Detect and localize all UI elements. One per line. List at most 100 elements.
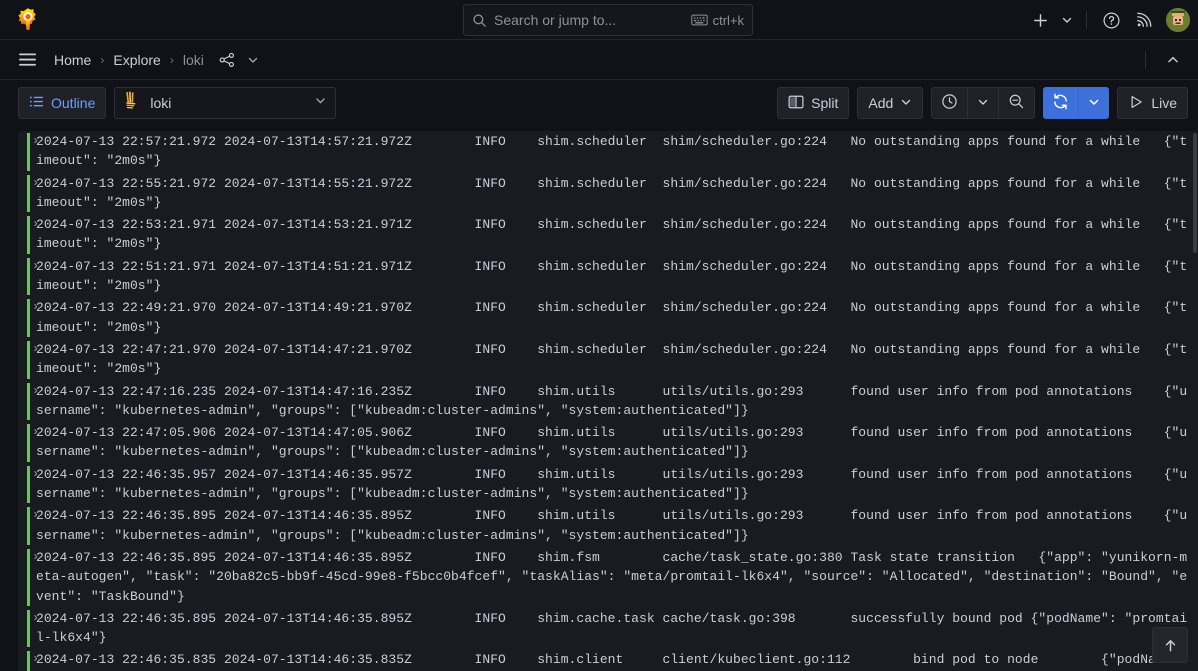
search-input[interactable]: Search or jump to... ctrl+k <box>463 4 753 36</box>
explore-toolbar: Outline loki <box>0 80 1198 126</box>
menu-toggle-button[interactable] <box>13 46 41 74</box>
log-row[interactable]: ›2024-07-13 22:53:21.971 2024-07-13T14:5… <box>18 214 1198 256</box>
log-level-indicator <box>27 549 30 606</box>
grafana-logo-icon <box>16 7 40 32</box>
help-circle-icon <box>1102 11 1121 30</box>
breadcrumb-item-loki[interactable]: loki <box>182 50 205 70</box>
log-row-text: 2024-07-13 22:46:35.957 2024-07-13T14:46… <box>36 465 1198 504</box>
breadcrumb-item-home[interactable]: Home <box>53 50 92 70</box>
play-icon <box>1128 94 1144 113</box>
refresh-icon <box>1052 93 1069 113</box>
add-dropdown-button[interactable] <box>1057 5 1077 35</box>
datasource-name: loki <box>150 95 314 111</box>
top-navigation-bar: Search or jump to... ctrl+k <box>0 0 1198 40</box>
time-picker-dropdown-button[interactable] <box>967 88 998 118</box>
logs-panel: ›2024-07-13 22:57:21.972 2024-07-13T14:5… <box>18 131 1198 671</box>
keyboard-icon <box>691 14 708 26</box>
explore-toolbar-actions: Split Add <box>777 87 1188 119</box>
scroll-to-top-button[interactable] <box>1152 627 1188 663</box>
topbar-actions <box>1025 0 1190 40</box>
log-level-indicator <box>27 216 30 254</box>
split-panes-icon <box>788 94 804 113</box>
share-button[interactable] <box>217 50 237 70</box>
log-row[interactable]: ›2024-07-13 22:46:35.895 2024-07-13T14:4… <box>18 547 1198 608</box>
time-picker-button[interactable] <box>932 88 967 118</box>
log-row[interactable]: ›2024-07-13 22:47:21.970 2024-07-13T14:4… <box>18 339 1198 381</box>
log-level-indicator <box>27 299 30 337</box>
clock-icon <box>941 93 958 113</box>
search-shortcut-label: ctrl+k <box>713 13 744 28</box>
refresh-button[interactable] <box>1043 88 1078 118</box>
log-row[interactable]: ›2024-07-13 22:47:05.906 2024-07-13T14:4… <box>18 422 1198 464</box>
log-level-indicator <box>27 133 30 171</box>
log-level-indicator <box>27 651 30 671</box>
log-row-text: 2024-07-13 22:49:21.970 2024-07-13T14:49… <box>36 298 1198 337</box>
zoom-out-button[interactable] <box>998 88 1034 118</box>
refresh-interval-dropdown-button[interactable] <box>1078 88 1109 118</box>
live-button-label: Live <box>1151 95 1177 111</box>
search-icon <box>472 13 487 28</box>
log-row-text: 2024-07-13 22:47:21.970 2024-07-13T14:47… <box>36 340 1198 379</box>
grafana-logo[interactable] <box>0 0 56 40</box>
search-placeholder: Search or jump to... <box>494 5 691 35</box>
outline-button-label: Outline <box>51 95 95 111</box>
log-level-indicator <box>27 383 30 421</box>
search-shortcut-hint: ctrl+k <box>691 13 744 28</box>
divider <box>1145 51 1146 69</box>
chevron-down-icon <box>977 95 989 111</box>
arrow-up-icon <box>1163 638 1178 653</box>
breadcrumb-dropdown-button[interactable] <box>243 50 263 70</box>
chevron-down-icon <box>900 95 912 111</box>
breadcrumb-right-actions <box>1138 40 1188 80</box>
user-avatar-icon <box>1166 8 1190 32</box>
add-panel-button[interactable]: Add <box>857 87 923 119</box>
log-row-text: 2024-07-13 22:46:35.895 2024-07-13T14:46… <box>36 506 1198 545</box>
chevron-down-icon <box>247 54 259 66</box>
time-range-controls <box>931 87 1035 119</box>
log-level-indicator <box>27 341 30 379</box>
breadcrumb-separator: › <box>170 53 174 67</box>
log-level-indicator <box>27 424 30 462</box>
add-button[interactable] <box>1025 5 1055 35</box>
log-level-indicator <box>27 507 30 545</box>
log-level-indicator <box>27 610 30 648</box>
chevron-down-icon <box>1088 95 1100 111</box>
log-row[interactable]: ›2024-07-13 22:55:21.972 2024-07-13T14:5… <box>18 173 1198 215</box>
live-button[interactable]: Live <box>1117 87 1188 119</box>
zoom-out-icon <box>1008 93 1025 113</box>
log-row-text: 2024-07-13 22:55:21.972 2024-07-13T14:55… <box>36 174 1198 213</box>
log-row[interactable]: ›2024-07-13 22:49:21.970 2024-07-13T14:4… <box>18 297 1198 339</box>
log-row[interactable]: ›2024-07-13 22:46:35.835 2024-07-13T14:4… <box>18 649 1198 671</box>
loki-logo <box>124 91 141 115</box>
log-row[interactable]: ›2024-07-13 22:51:21.971 2024-07-13T14:5… <box>18 256 1198 298</box>
breadcrumb-item-explore[interactable]: Explore <box>112 50 161 70</box>
outline-button[interactable]: Outline <box>18 87 106 119</box>
avatar[interactable] <box>1166 8 1190 32</box>
breadcrumb: Home › Explore › loki <box>53 50 263 70</box>
add-button-label: Add <box>868 95 893 111</box>
logs-scrollbar[interactable] <box>1192 131 1198 671</box>
scrollbar-thumb[interactable] <box>1193 133 1197 253</box>
divider <box>1086 11 1087 29</box>
log-row-text: 2024-07-13 22:47:16.235 2024-07-13T14:47… <box>36 382 1198 421</box>
split-button[interactable]: Split <box>777 87 849 119</box>
chevron-down-icon <box>314 94 327 112</box>
breadcrumb-bar: Home › Explore › loki <box>0 40 1198 80</box>
log-row[interactable]: ›2024-07-13 22:46:35.957 2024-07-13T14:4… <box>18 464 1198 506</box>
log-row-text: 2024-07-13 22:46:35.835 2024-07-13T14:46… <box>36 650 1198 671</box>
help-button[interactable] <box>1096 5 1126 35</box>
log-row[interactable]: ›2024-07-13 22:47:16.235 2024-07-13T14:4… <box>18 381 1198 423</box>
log-row[interactable]: ›2024-07-13 22:46:35.895 2024-07-13T14:4… <box>18 608 1198 650</box>
news-feed-button[interactable] <box>1128 5 1158 35</box>
log-row-text: 2024-07-13 22:57:21.972 2024-07-13T14:57… <box>36 132 1198 171</box>
log-row[interactable]: ›2024-07-13 22:57:21.972 2024-07-13T14:5… <box>18 131 1198 173</box>
collapse-toolbar-button[interactable] <box>1158 45 1188 75</box>
outline-list-icon <box>29 94 44 112</box>
log-row-text: 2024-07-13 22:46:35.895 2024-07-13T14:46… <box>36 548 1198 606</box>
log-row[interactable]: ›2024-07-13 22:46:35.895 2024-07-13T14:4… <box>18 505 1198 547</box>
breadcrumb-separator: › <box>100 53 104 67</box>
log-level-indicator <box>27 466 30 504</box>
log-row-text: 2024-07-13 22:46:35.895 2024-07-13T14:46… <box>36 609 1198 648</box>
plus-icon <box>1032 12 1049 29</box>
datasource-picker[interactable]: loki <box>114 87 336 119</box>
